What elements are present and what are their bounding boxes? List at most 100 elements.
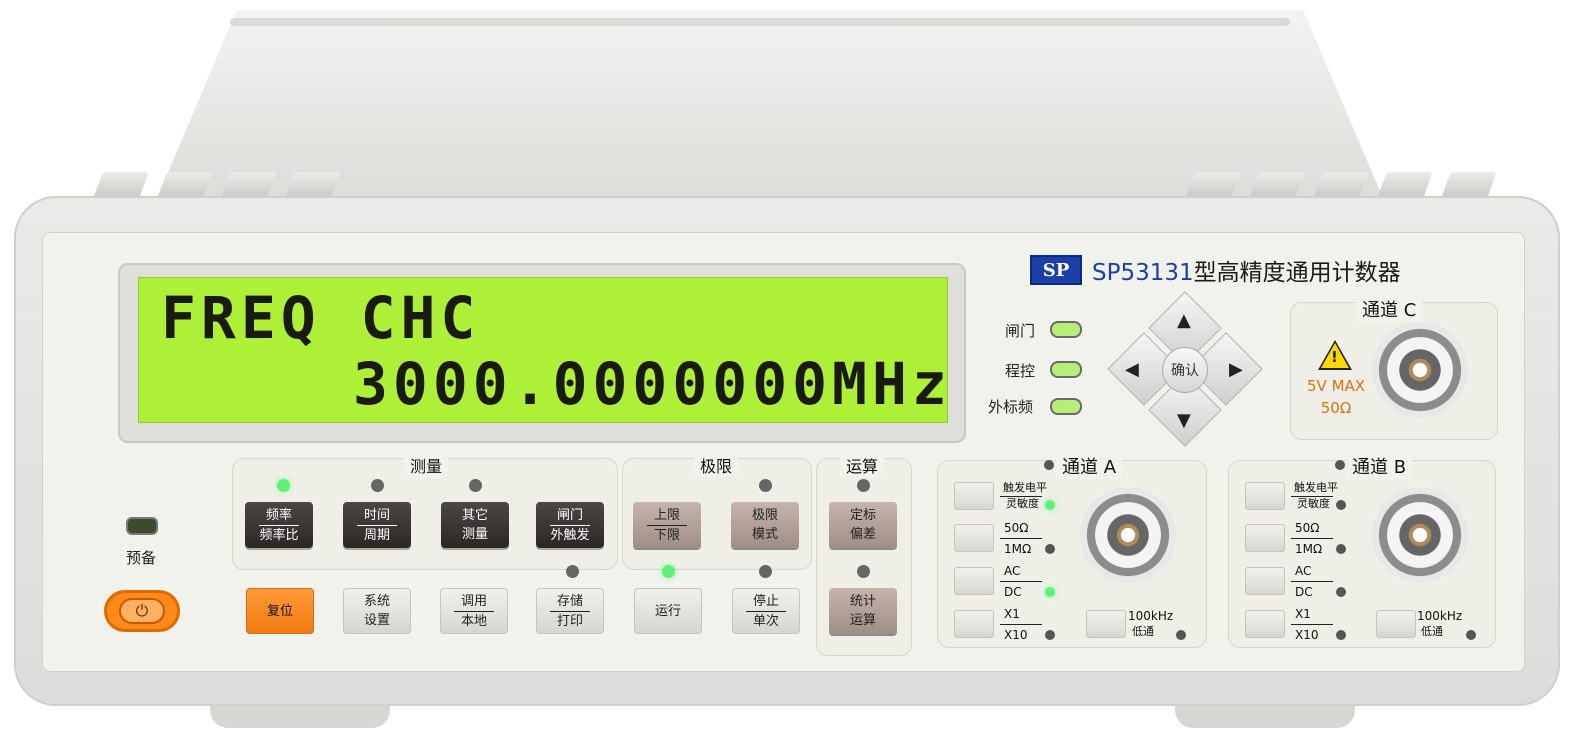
channel-b-1mohm-label: 1MΩ	[1295, 542, 1323, 556]
indicator-gate-led	[1050, 321, 1082, 338]
channel-b-50ohm-label: 50Ω	[1295, 521, 1320, 535]
led-time	[371, 479, 384, 492]
stats-button[interactable]: 统计 运算	[829, 588, 897, 634]
vent-slot	[1249, 172, 1305, 198]
system-settings-button[interactable]: 系统 设置	[343, 588, 411, 634]
lcd-line-2: 3000.0000000MHz	[353, 350, 952, 418]
channel-c-impedance: 50Ω	[1320, 399, 1352, 417]
freq-button[interactable]: 频率 频率比	[245, 502, 313, 548]
power-button[interactable]: ⏻	[104, 590, 180, 632]
model-description: 型高精度通用计数器	[1193, 260, 1401, 286]
vent-slot	[157, 172, 213, 198]
confirm-button[interactable]: 确认	[1162, 347, 1208, 393]
channel-a-coupling-button[interactable]	[954, 567, 994, 595]
channel-b-lowpass-led	[1466, 630, 1476, 640]
left-arrow-icon: ◀	[1125, 359, 1139, 380]
channel-b-x1-label: X1	[1295, 607, 1311, 621]
limits-button[interactable]: 上限 下限	[633, 502, 701, 548]
channel-b-x10-label: X10	[1295, 628, 1319, 642]
vent-slot	[93, 172, 149, 198]
led-stop	[759, 565, 772, 578]
channel-a-attenuator-button[interactable]	[954, 610, 994, 638]
stop-single-button[interactable]: 停止 单次	[732, 588, 800, 634]
other-button[interactable]: 其它 测量	[441, 502, 509, 548]
channel-a-title: 通道 A	[1056, 453, 1123, 479]
local-label: 本地	[460, 613, 487, 629]
channel-a-x1-label: X1	[1004, 607, 1020, 621]
vent-slot	[285, 172, 341, 198]
channel-a-sensitivity-label: 灵敏度	[1006, 497, 1039, 510]
navigation-pad: ▲ ▼ ◀ ▶ 确认	[1107, 291, 1263, 447]
gate-button[interactable]: 闸门 外触发	[536, 502, 604, 548]
recall-local-button[interactable]: 调用 本地	[440, 588, 508, 634]
upper-limit-label: 上限	[653, 507, 680, 523]
vent-slot	[1377, 172, 1433, 198]
channel-a-dc-led	[1045, 587, 1055, 597]
instrument-front-panel: FREQ CHC 3000.0000000MHz SP SP53131型高精度通…	[0, 0, 1588, 746]
channel-b-sensitivity-label: 灵敏度	[1297, 497, 1330, 510]
scale-offset-button[interactable]: 定标 偏差	[829, 502, 897, 548]
standby-led	[126, 517, 158, 535]
limit-mode-button[interactable]: 极限 模式	[731, 502, 799, 548]
indicator-gate-label: 闸门	[1005, 322, 1036, 340]
down-arrow-icon: ▼	[1177, 410, 1191, 431]
limit-mode-label-2: 模式	[751, 527, 778, 542]
channel-c-title: 通道 C	[1356, 296, 1423, 322]
freq-ratio-label: 频率比	[259, 527, 299, 543]
lower-limit-label: 下限	[653, 527, 680, 543]
reset-label: 复位	[266, 603, 293, 619]
led-limit-mode	[759, 479, 772, 492]
lcd-line-1: FREQ CHC	[161, 284, 481, 352]
channel-a-trigger-button[interactable]	[954, 482, 994, 510]
ext-trigger-label: 外触发	[550, 527, 590, 543]
channel-b-dc-label: DC	[1295, 585, 1313, 599]
channel-a-dc-label: DC	[1004, 585, 1022, 599]
channel-a-impedance-button[interactable]	[954, 524, 994, 552]
power-icon: ⏻	[119, 598, 165, 624]
run-button[interactable]: 运行	[634, 588, 702, 634]
lcd-display: FREQ CHC 3000.0000000MHz	[138, 277, 948, 423]
channel-a-lowpass-led	[1176, 630, 1186, 640]
channel-a-bnc-connector[interactable]	[1080, 487, 1176, 583]
vent-slot	[1441, 172, 1497, 198]
channel-b-x10-led	[1336, 630, 1346, 640]
channel-b-trigger-button[interactable]	[1245, 482, 1285, 510]
channel-b-lowpass-button[interactable]	[1376, 610, 1416, 638]
channel-b-impedance-button[interactable]	[1245, 524, 1285, 552]
time-button[interactable]: 时间 周期	[343, 502, 411, 548]
channel-b-attenuator-button[interactable]	[1245, 610, 1285, 638]
reset-button[interactable]: 复位	[246, 588, 314, 634]
freq-button-label: 频率	[265, 507, 292, 523]
top-edge	[230, 18, 1290, 26]
led-store	[566, 565, 579, 578]
measure-label: 测量	[461, 527, 488, 542]
indicator-remote-led	[1050, 361, 1082, 378]
channel-b-ac-label: AC	[1295, 564, 1312, 578]
channel-b-title: 通道 B	[1346, 453, 1413, 479]
recall-label: 调用	[460, 593, 487, 609]
channel-a-lowpass-label: 低通	[1132, 625, 1154, 638]
gate-button-label: 闸门	[556, 507, 583, 523]
channel-b-coupling-button[interactable]	[1245, 567, 1285, 595]
channel-a-led	[1044, 460, 1054, 470]
channel-c-max-voltage: 5V MAX	[1307, 377, 1366, 395]
indicator-remote-label: 程控	[1005, 362, 1036, 380]
warning-mark: !	[1331, 348, 1338, 366]
scale-label: 定标	[849, 508, 876, 523]
right-arrow-icon: ▶	[1229, 359, 1243, 380]
store-print-button[interactable]: 存储 打印	[536, 588, 604, 634]
led-stats	[857, 565, 870, 578]
run-label: 运行	[654, 603, 681, 619]
channel-b-bnc-connector[interactable]	[1372, 487, 1468, 583]
store-label: 存储	[556, 593, 583, 609]
channel-b-lowpass-label: 低通	[1421, 625, 1443, 638]
stop-label: 停止	[752, 593, 779, 609]
limit-mode-label-1: 极限	[751, 508, 778, 523]
up-arrow-icon: ▲	[1177, 310, 1191, 331]
offset-label: 偏差	[849, 527, 876, 542]
channel-a-lowpass-button[interactable]	[1086, 610, 1126, 638]
channel-a-sensitivity-led	[1045, 500, 1055, 510]
indicator-extref-label: 外标频	[988, 398, 1034, 416]
led-other	[469, 479, 482, 492]
channel-c-bnc-connector[interactable]	[1372, 322, 1468, 418]
